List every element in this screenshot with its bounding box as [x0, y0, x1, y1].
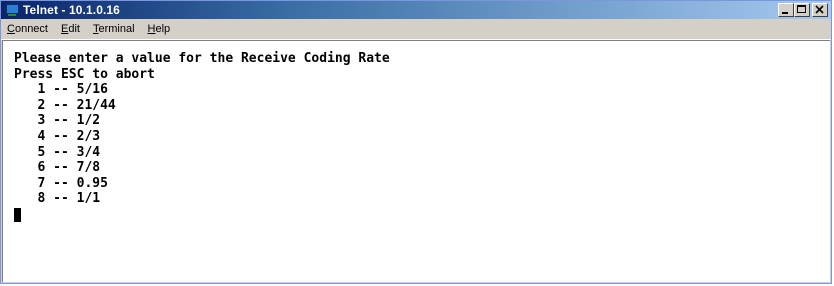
menu-connect-label: onnect — [14, 23, 48, 35]
menu-terminal[interactable]: Terminal — [87, 19, 142, 39]
minimize-icon — [782, 12, 788, 14]
menu-terminal-label: erminal — [98, 23, 135, 35]
menu-connect[interactable]: Connect — [1, 19, 55, 39]
terminal-prompt-line: Please enter a value for the Receive Cod… — [14, 51, 390, 66]
menu-connect-accel: C — [7, 23, 15, 35]
telnet-computer-icon[interactable] — [5, 3, 19, 17]
coding-rate-option: 2 -- 21/44 — [14, 97, 116, 113]
terminal-abort-hint: Press ESC to abort — [14, 66, 155, 82]
coding-rate-option: 5 -- 3/4 — [14, 144, 101, 160]
coding-rate-option: 8 -- 1/1 — [14, 191, 101, 207]
coding-rate-option: 1 -- 5/16 — [14, 82, 108, 98]
terminal-screen[interactable]: Please enter a value for the Receive Cod… — [2, 40, 830, 282]
maximize-button[interactable] — [794, 3, 810, 17]
coding-rate-option: 4 -- 2/3 — [14, 128, 101, 144]
maximize-icon — [797, 5, 806, 13]
menu-edit[interactable]: Edit — [55, 19, 87, 39]
menu-bar: Connect Edit Terminal Help — [1, 19, 831, 40]
close-icon — [815, 5, 824, 14]
menu-help[interactable]: Help — [142, 19, 178, 39]
menu-edit-label: dit — [68, 23, 80, 35]
cursor-line — [14, 207, 830, 223]
window-controls — [778, 3, 828, 17]
window-title: Telnet - 10.1.0.16 — [23, 3, 120, 17]
coding-rate-option: 6 -- 7/8 — [14, 160, 101, 176]
text-cursor — [14, 207, 21, 222]
coding-rate-option: 7 -- 0.95 — [14, 175, 108, 191]
minimize-button[interactable] — [778, 3, 794, 17]
menu-help-label: elp — [155, 23, 171, 35]
coding-rate-option: 3 -- 1/2 — [14, 113, 101, 129]
title-bar[interactable]: Telnet - 10.1.0.16 — [1, 1, 831, 19]
close-button[interactable] — [812, 3, 828, 17]
telnet-window: Telnet - 10.1.0.16 Connect Edit Terminal… — [0, 0, 832, 284]
